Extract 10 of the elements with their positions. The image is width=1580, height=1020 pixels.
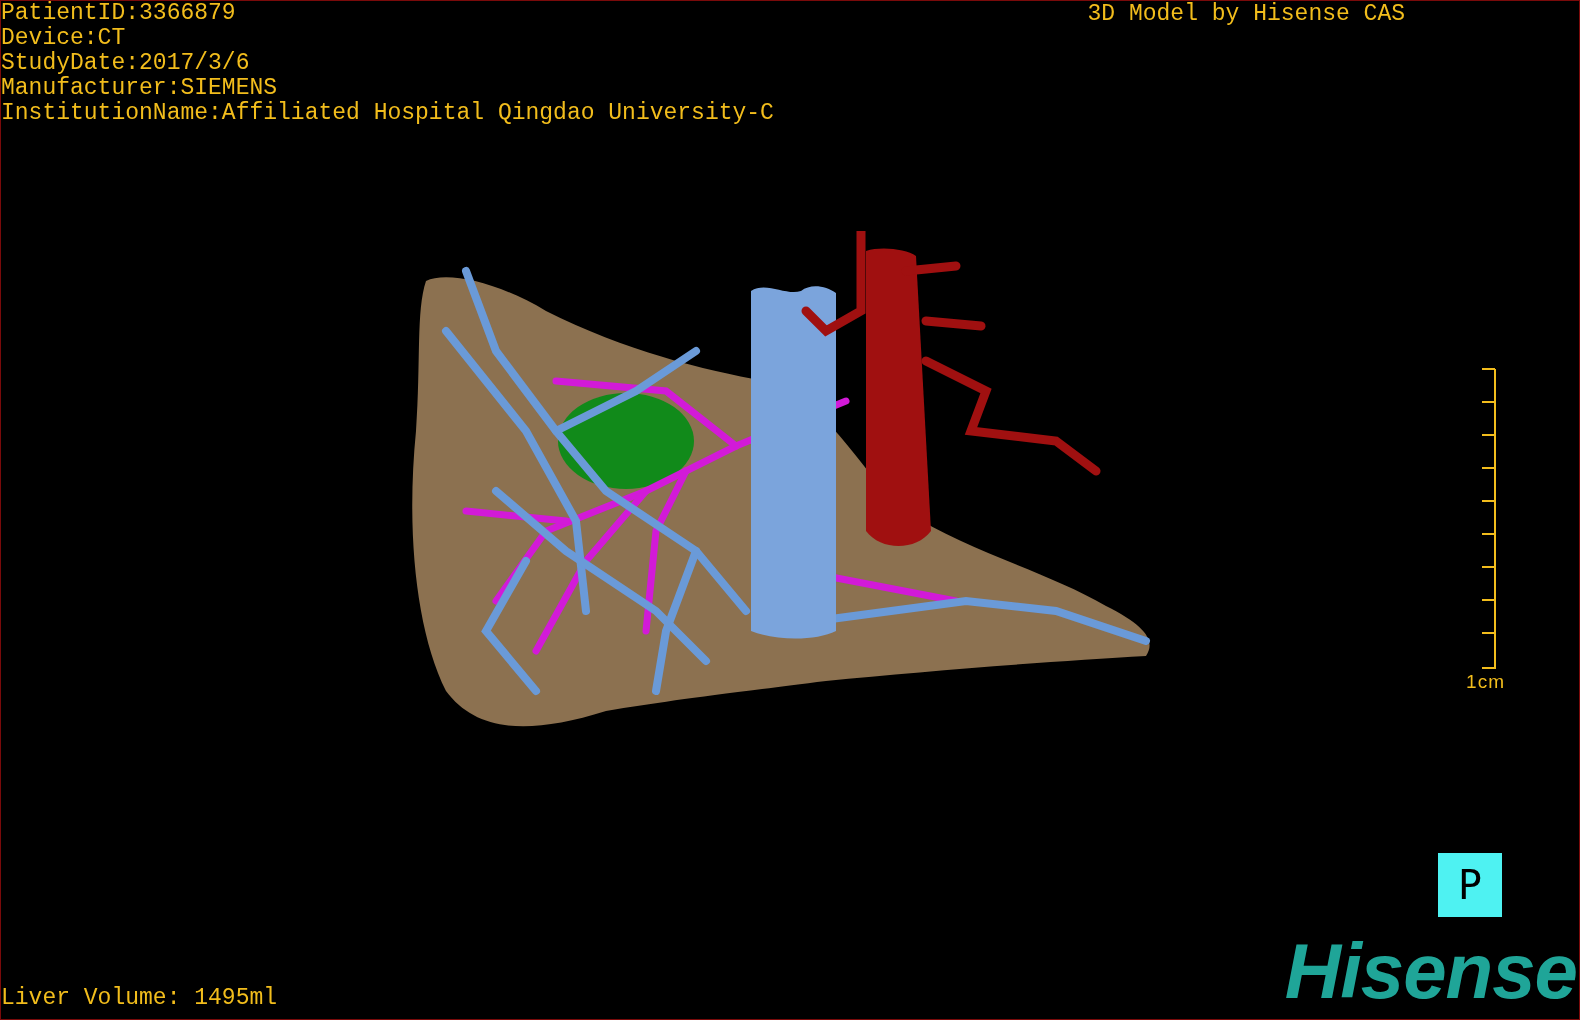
- patient-info-text: Device:CT: [1, 26, 127, 51]
- scale-label: 1cm: [1466, 672, 1505, 692]
- patient-info-text: StudyDate:2017/3/6: [1, 51, 251, 76]
- viewer-title: 3D Model by Hisense CAS: [1087, 2, 1405, 29]
- patient-info-text: Manufacturer:SIEMENS: [1, 76, 279, 101]
- liver-volume-text: Liver Volume: 1495ml: [1, 986, 278, 1011]
- orientation-marker: P: [1438, 853, 1502, 917]
- patient-info-text: InstitutionName:Affiliated Hospital Qingdao University-C: [1, 101, 774, 126]
- patient-info-text: PatientID:3366879: [1, 1, 237, 26]
- logo-text: Hisense: [1284, 939, 1577, 1003]
